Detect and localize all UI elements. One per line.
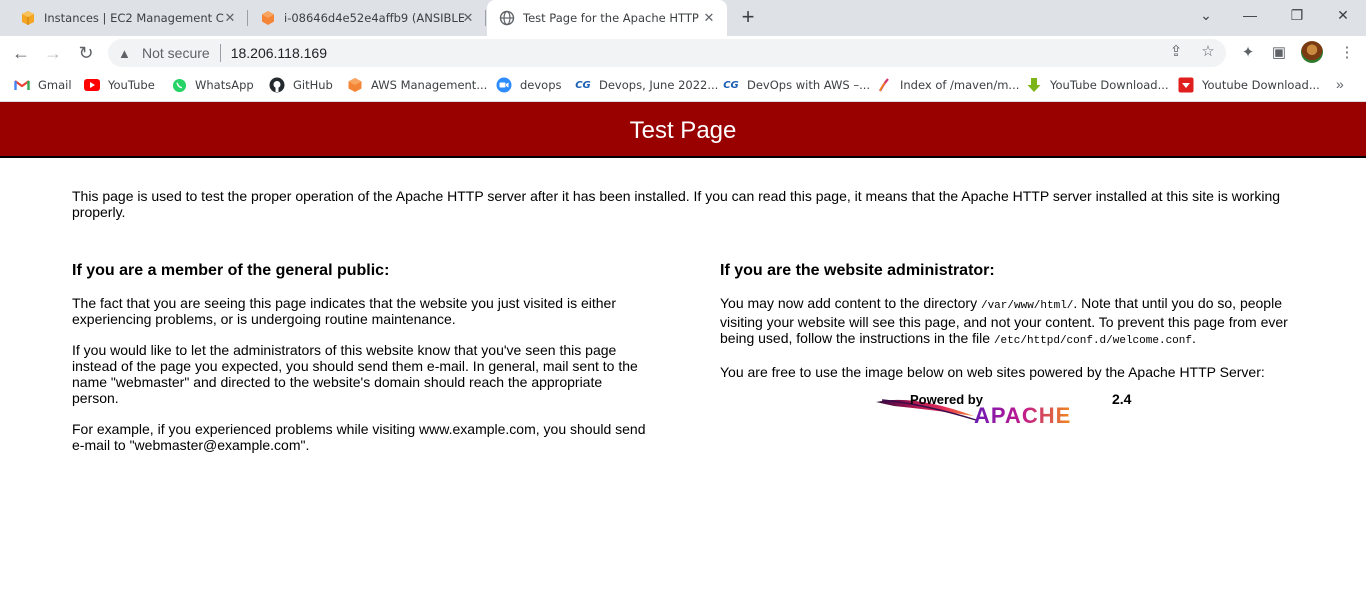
globe-icon [499,10,515,26]
admin-section: If you are the website administrator: Yo… [720,262,1300,395]
bookmark-youtube-downloader-2[interactable]: Youtube Download... [1178,76,1320,94]
bookmark-label: devops [520,78,562,92]
new-tab-plus-icon[interactable]: + [736,6,760,30]
admin-paragraph-2: You are free to use the image below on w… [720,364,1265,380]
bookmark-label: Youtube Download... [1202,78,1320,92]
close-window-icon[interactable]: ✕ [1329,4,1357,26]
bookmark-whatsapp[interactable]: WhatsApp [171,76,254,94]
chevron-down-icon[interactable]: ⌄ [1192,4,1220,26]
aws-ec2-icon [260,10,276,26]
tab-title: Instances | EC2 Management Console [44,11,224,25]
extensions-puzzle-icon[interactable]: ✦ [1237,42,1259,64]
version-text: 2.4 [1112,391,1132,407]
bookmark-label: AWS Management... [371,78,488,92]
cg-icon: CG [723,79,739,91]
tab-title: Test Page for the Apache HTTP Server [523,11,703,25]
docroot-path: /var/www/html/ [980,300,1074,312]
address-bar[interactable]: ▲ Not secure 18.206.118.169 [108,39,1226,67]
bookmark-aws-management[interactable]: AWS Management... [347,76,487,94]
download-arrow-icon [1026,77,1042,93]
public-heading: If you are a member of the general publi… [72,262,390,279]
share-icon[interactable]: ⇪ [1166,42,1186,62]
reload-icon[interactable]: ↻ [73,40,99,66]
tab-ec2-instances[interactable]: Instances | EC2 Management Console ✕ [8,0,248,36]
tab-strip: Instances | EC2 Management Console ✕ i-0… [0,0,1366,36]
aws-box-icon [20,10,36,26]
github-icon [269,77,285,93]
close-icon[interactable]: ✕ [222,10,238,26]
bookmark-youtube-downloader-1[interactable]: YouTube Download... [1026,76,1169,94]
bookmark-gmail[interactable]: Gmail [14,76,72,94]
public-paragraph-1: The fact that you are seeing this page i… [72,295,616,327]
cg-icon: CG [575,79,591,91]
admin-paragraph-1: You may now add content to the directory… [720,295,1300,349]
side-panel-icon[interactable]: ▣ [1268,42,1290,64]
powered-by-text: Powered by [910,392,984,407]
double-chevron-right-icon[interactable]: » [1336,76,1344,92]
page-banner: Test Page [0,102,1366,158]
bookmarks-bar: Gmail YouTube WhatsApp GitHub AWS Manage… [0,70,1366,101]
back-arrow-icon[interactable]: ← [8,40,34,66]
bookmark-devops[interactable]: devops [496,76,562,94]
gmail-icon [14,77,30,93]
warning-triangle-icon[interactable]: ▲ [118,46,136,61]
tab-title: i-08646d4e52e4affb9 (ANSIBLE) | EC2 [284,11,464,25]
admin-text: . [1191,330,1196,346]
whatsapp-icon [171,77,187,93]
bookmark-index-maven[interactable]: Index of /maven/m... [876,76,1019,94]
bookmark-label: Gmail [38,78,72,92]
bookmark-label: DevOps with AWS –... [747,78,871,92]
intro-paragraph: This page is used to test the proper ope… [72,188,1281,220]
bookmark-devops-june-2022[interactable]: CG Devops, June 2022... [575,76,718,94]
omnibox-separator [219,44,221,62]
close-icon[interactable]: ✕ [701,10,717,26]
close-icon[interactable]: ✕ [460,10,476,26]
public-section: If you are a member of the general publi… [72,262,652,468]
powered-by-apache-logo: Powered by 2.4 APACHE [874,390,1142,428]
bookmark-label: WhatsApp [195,78,254,92]
public-paragraph-2: If you would like to let the administrat… [72,342,638,406]
tab-ansible-instance[interactable]: i-08646d4e52e4affb9 (ANSIBLE) | EC2 ✕ [248,0,486,36]
minimize-icon[interactable]: — [1236,4,1264,26]
bookmark-label: Devops, June 2022... [599,78,719,92]
url-text[interactable]: 18.206.118.169 [231,45,327,61]
restore-icon[interactable]: ❐ [1283,4,1311,26]
bookmark-star-icon[interactable]: ☆ [1198,42,1218,62]
aws-icon [347,77,363,93]
bookmark-youtube[interactable]: YouTube [84,76,155,94]
bookmark-devops-with-aws[interactable]: CG DevOps with AWS –... [723,76,870,94]
feather-icon [876,77,892,93]
youtube-download-icon [1178,77,1194,93]
admin-heading: If you are the website administrator: [720,262,995,279]
browser-toolbar: ← → ↻ ▲ Not secure 18.206.118.169 ⇪ ☆ ✦ … [0,36,1366,70]
page-title: Test Page [629,117,737,144]
apache-wordmark: APACHE [974,403,1071,426]
bookmark-label: YouTube Download... [1050,78,1169,92]
welcome-conf-path: /etc/httpd/conf.d/welcome.conf [993,335,1192,347]
bookmark-label: GitHub [293,78,333,92]
bookmark-label: YouTube [108,78,155,92]
security-status[interactable]: Not secure [142,45,210,61]
zoom-icon [496,77,512,93]
public-paragraph-3: For example, if you experienced problems… [72,421,646,453]
avatar[interactable] [1301,41,1323,63]
youtube-icon [84,77,100,93]
forward-arrow-icon[interactable]: → [40,40,66,66]
admin-text: You may now add content to the directory [720,295,981,311]
bookmark-github[interactable]: GitHub [269,76,333,94]
bookmark-label: Index of /maven/m... [900,78,1020,92]
tab-apache-test-page[interactable]: Test Page for the Apache HTTP Server ✕ [487,0,727,36]
more-menu-icon[interactable]: ⋮ [1336,42,1358,64]
